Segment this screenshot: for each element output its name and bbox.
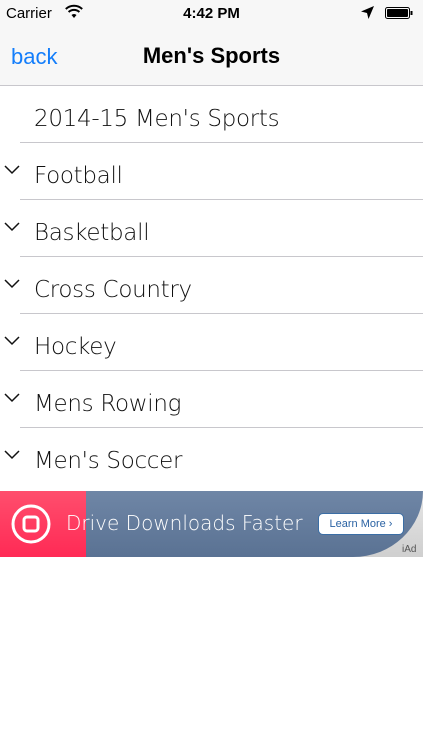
list-item-label: Hockey xyxy=(34,334,117,360)
iad-banner[interactable]: Drive Downloads Faster Learn More › iAd xyxy=(0,491,423,557)
list-header[interactable]: 2014-15 Men's Sports xyxy=(0,86,423,143)
ad-headline: Drive Downloads Faster xyxy=(66,511,303,535)
chevron-down-icon xyxy=(4,279,20,289)
iad-badge: iAd xyxy=(402,544,417,555)
list-item-label: Men's Soccer xyxy=(34,448,183,474)
list-item-cross-country[interactable]: Cross Country xyxy=(0,257,423,314)
list-item-mens-soccer[interactable]: Men's Soccer xyxy=(0,428,423,485)
chevron-down-icon xyxy=(4,450,20,460)
page-title: Men's Sports xyxy=(142,43,281,68)
ad-logo-icon xyxy=(11,504,51,544)
list-item-label: Mens Rowing xyxy=(34,391,182,417)
chevron-down-icon xyxy=(4,336,20,346)
list-item-label: 2014-15 Men's Sports xyxy=(34,106,280,132)
navigation-bar: back Men's Sports xyxy=(0,28,423,86)
learn-more-button[interactable]: Learn More › xyxy=(318,513,404,535)
list-item-mens-rowing[interactable]: Mens Rowing xyxy=(0,371,423,428)
clock: 4:42 PM xyxy=(183,5,240,22)
status-bar: Carrier 4:42 PM xyxy=(0,0,423,28)
chevron-down-icon xyxy=(4,222,20,232)
list-item-label: Football xyxy=(34,163,123,189)
list-item-basketball[interactable]: Basketball xyxy=(0,200,423,257)
chevron-down-icon xyxy=(4,165,20,175)
chevron-down-icon xyxy=(4,393,20,403)
list-item-label: Cross Country xyxy=(34,277,192,303)
sports-list: 2014-15 Men's Sports Football Basketball… xyxy=(0,86,423,485)
list-item-label: Basketball xyxy=(34,220,150,246)
location-arrow-icon xyxy=(361,6,374,19)
list-item-football[interactable]: Football xyxy=(0,143,423,200)
list-item-hockey[interactable]: Hockey xyxy=(0,314,423,371)
battery-icon xyxy=(385,7,413,19)
